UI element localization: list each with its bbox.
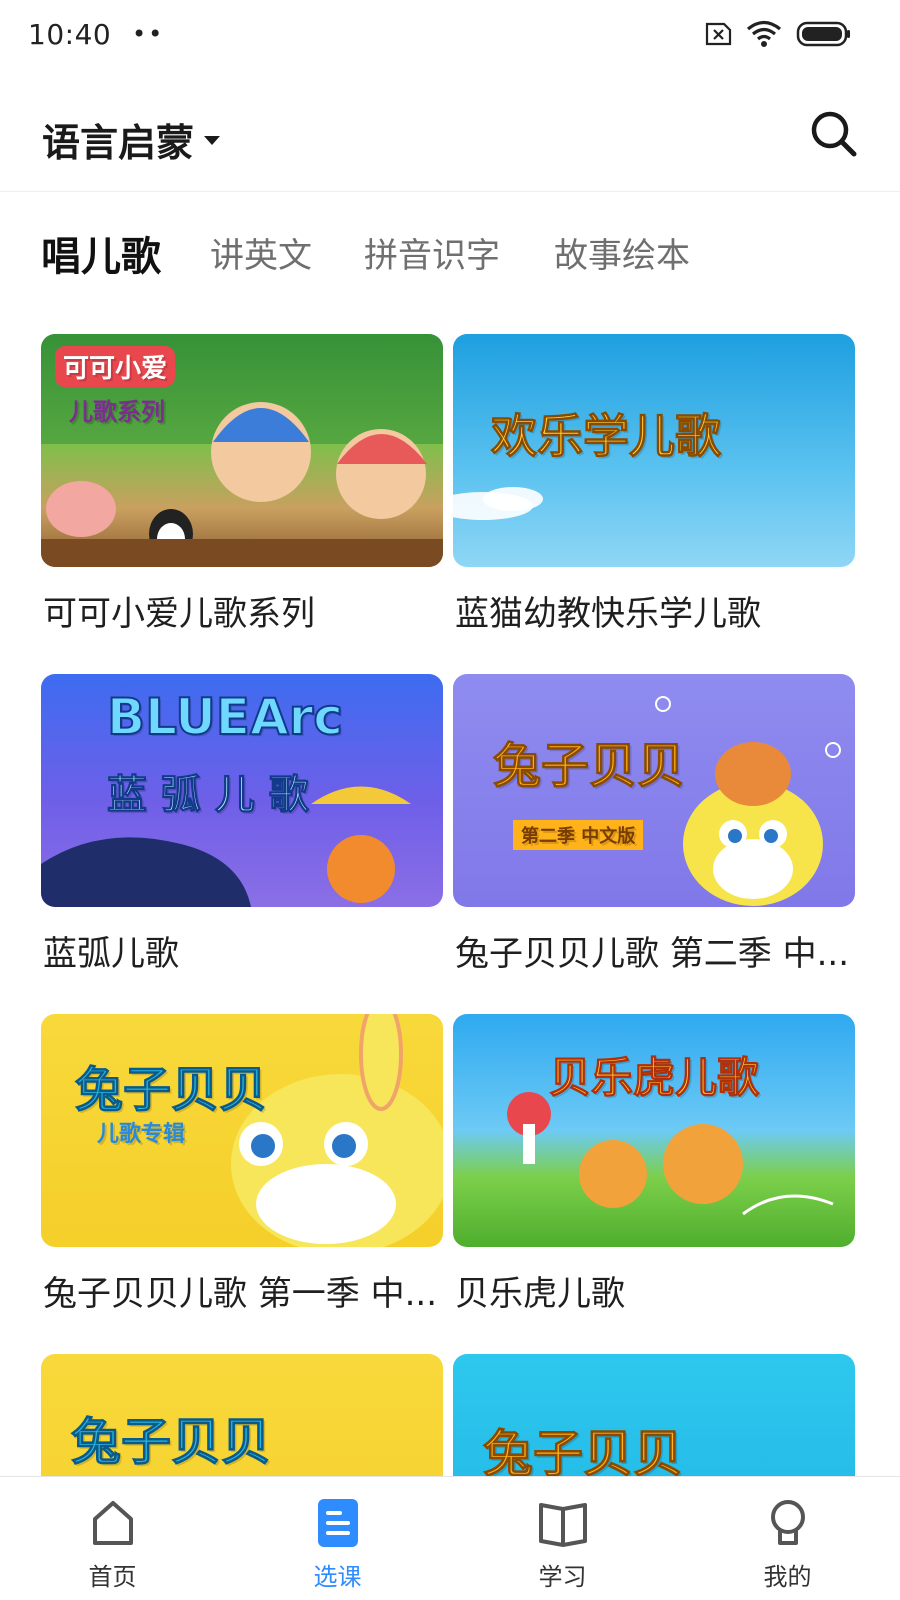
thumbnail-subtitle: 儿歌专辑	[97, 1122, 186, 1147]
thumbnail-logo-text: 兔子贝贝	[74, 1062, 268, 1119]
course-card[interactable]: 欢乐学儿歌 蓝猫幼教快乐学儿歌	[453, 334, 855, 634]
course-card[interactable]: 兔子贝贝 第二季 中文版 兔子贝贝儿歌 第二季 中...	[453, 674, 855, 974]
course-title: 可可小爱儿歌系列	[43, 594, 315, 634]
nav-profile-label: 我的	[763, 1563, 812, 1591]
course-thumbnail: 可可小爱 儿歌系列	[41, 334, 443, 567]
course-title: 贝乐虎儿歌	[455, 1274, 625, 1314]
nav-home[interactable]: 首页	[0, 1477, 225, 1600]
status-icons	[702, 20, 852, 48]
nav-home-label: 首页	[88, 1563, 137, 1591]
status-time: 10:40	[28, 18, 112, 51]
tab-picture-books[interactable]: 故事绘本	[554, 228, 690, 277]
wifi-icon	[746, 20, 782, 47]
course-title: 蓝弧儿歌	[43, 934, 179, 974]
thumbnail-logo-text: BLUEArc	[106, 687, 344, 747]
thumbnail-subtitle: 蓝 弧 儿 歌	[107, 772, 310, 819]
profile-icon	[770, 1500, 805, 1545]
nav-study[interactable]: 学习	[450, 1477, 675, 1600]
course-card[interactable]: BLUEArc 蓝 弧 儿 歌 蓝弧儿歌	[41, 674, 443, 974]
search-button[interactable]	[808, 108, 860, 160]
course-list-icon	[317, 1499, 358, 1547]
thumbnail-logo-text: 可可小爱	[55, 346, 176, 387]
sim-off-icon	[705, 22, 732, 46]
course-thumbnail: 兔子贝贝 儿歌专辑	[41, 1014, 443, 1247]
bottom-navigation: 首页 选课 学习 我的	[0, 1476, 900, 1600]
course-thumbnail: 欢乐学儿歌	[453, 334, 855, 567]
search-icon	[811, 111, 857, 157]
course-title: 蓝猫幼教快乐学儿歌	[455, 594, 761, 634]
status-notification-dots: ••	[132, 20, 165, 48]
thumbnail-subtitle: 第二季 中文版	[513, 820, 644, 850]
home-icon	[92, 1501, 133, 1545]
nav-study-label: 学习	[538, 1563, 587, 1591]
course-card[interactable]: 可可小爱 儿歌系列 可可小爱儿歌系列	[41, 334, 443, 634]
book-icon	[538, 1503, 587, 1547]
thumbnail-subtitle: 儿歌系列	[69, 398, 165, 426]
course-thumbnail: 兔子贝贝 第二季 中文版	[453, 674, 855, 907]
thumbnail-logo-text: 兔子贝贝	[492, 738, 686, 795]
tab-pinyin[interactable]: 拼音识字	[364, 228, 500, 277]
status-bar: 10:40 ••	[0, 0, 900, 72]
caret-down-icon	[204, 136, 221, 145]
course-card[interactable]: 贝乐虎儿歌 贝乐虎儿歌	[453, 1014, 855, 1314]
category-tabs: 唱儿歌 讲英文 拼音识字 故事绘本	[0, 210, 900, 294]
course-card[interactable]: 兔子贝贝 儿歌专辑 兔子贝贝儿歌 第一季 中...	[41, 1014, 443, 1314]
course-title: 兔子贝贝儿歌 第二季 中...	[455, 934, 850, 974]
tab-english[interactable]: 讲英文	[210, 228, 312, 277]
tab-sing-songs[interactable]: 唱儿歌	[41, 224, 161, 282]
page-title: 语言启蒙	[42, 121, 195, 165]
nav-courses-label: 选课	[313, 1563, 362, 1591]
thumbnail-logo-text: 欢乐学儿歌	[491, 409, 722, 464]
nav-profile[interactable]: 我的	[675, 1477, 900, 1600]
course-thumbnail: BLUEArc 蓝 弧 儿 歌	[41, 674, 443, 907]
thumbnail-logo-text: 兔子贝贝	[71, 1413, 272, 1472]
category-selector[interactable]: 语言启蒙	[42, 112, 221, 167]
app-header: 语言启蒙	[0, 72, 900, 192]
battery-icon	[796, 21, 850, 47]
thumbnail-logo-text: 贝乐虎儿歌	[548, 1053, 760, 1103]
nav-courses[interactable]: 选课	[225, 1477, 450, 1600]
course-title: 兔子贝贝儿歌 第一季 中...	[43, 1274, 438, 1314]
course-thumbnail: 贝乐虎儿歌	[453, 1014, 855, 1247]
